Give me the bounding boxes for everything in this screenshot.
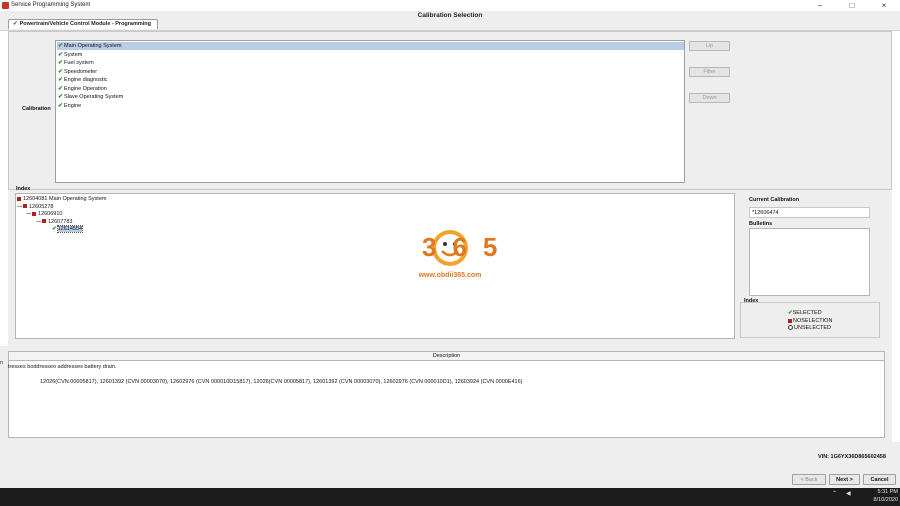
calibration-item[interactable]: ✔ Slave Operating System: [57, 93, 684, 101]
description-header: Description: [8, 351, 885, 361]
tree-node-label: 12614554: [56, 225, 84, 233]
watermark-text: 365: [422, 232, 514, 262]
current-calibration-field: *12606474: [749, 207, 870, 218]
tree-node-label: 12606910: [38, 211, 63, 217]
check-icon: ✔: [58, 85, 64, 92]
calibration-item[interactable]: ✔ System: [57, 51, 684, 59]
filter-button[interactable]: Filter: [689, 67, 730, 77]
check-icon: ✔: [58, 94, 64, 100]
close-button[interactable]: ×: [872, 0, 896, 11]
current-calibration-label: Current Calibration: [749, 197, 800, 203]
calibration-item[interactable]: ✔ Engine diagnostic: [57, 76, 684, 84]
noselection-marker: [17, 196, 21, 201]
down-button[interactable]: Down: [689, 93, 730, 103]
bulletins-box[interactable]: [749, 228, 870, 296]
check-icon: ✔: [58, 60, 64, 66]
tree-node-label: 12604081 Main Operating System: [23, 196, 107, 202]
vin-label: VIN: 1G6YX36D865602458: [818, 454, 886, 460]
calibration-item-label: Slave Operating System: [64, 94, 124, 100]
calibration-item-label: Speedometer: [64, 68, 98, 75]
legend-noselection: NOSELECTION: [788, 318, 832, 325]
calibration-list[interactable]: ✔ Main Operating System ✔ System ✔ Fuel sys…: [55, 40, 685, 183]
description-body: [8, 361, 885, 438]
tab-programming[interactable]: ✔ Powertrain/Vehicle Control Module - Pro…: [8, 19, 158, 29]
index-tree[interactable]: 12604081 Main Operating System ⊶ 12605278…: [15, 193, 735, 339]
check-icon: ✔: [58, 43, 64, 49]
legend-selected: ✔SELECTED: [788, 310, 822, 317]
calibration-item[interactable]: ✔ Engine Operation: [57, 85, 684, 93]
up-button[interactable]: Up: [689, 41, 730, 51]
check-icon: ✔: [52, 226, 57, 232]
check-icon: ✔: [58, 51, 64, 58]
calibration-item-label: Engine Operation: [64, 85, 107, 92]
legend-text: SELECTED: [792, 310, 822, 316]
description-text: tresses boddresseo addresses battery dra…: [8, 364, 117, 370]
calibration-item[interactable]: ✔ Fuel system: [57, 59, 684, 67]
calibration-item-label: Engine diagnostic: [64, 77, 108, 83]
unselected-marker: [788, 325, 793, 331]
page-title: Calibration Selection: [417, 12, 483, 19]
legend-text: UNSELECTED: [794, 325, 831, 331]
noselection-marker: [32, 211, 36, 216]
calibration-item[interactable]: ✔ Speedometer: [57, 68, 684, 76]
minimize-button[interactable]: –: [808, 0, 832, 11]
calibration-item-label: Fuel system: [64, 60, 94, 66]
bulletins-label: Bulletins: [749, 221, 773, 227]
calibration-item-label: Engine: [64, 102, 82, 109]
tree-node-label: 12607783: [48, 218, 73, 225]
check-icon: ✔: [58, 102, 64, 109]
noselection-marker: [23, 204, 27, 209]
window-title-bar: [0, 0, 900, 11]
tree-node-selected[interactable]: ✔12614554: [52, 225, 84, 233]
taskbar: [0, 488, 900, 506]
tab-label: Powertrain/Vehicle Control Module - Prog…: [19, 21, 152, 27]
description-marker: n: [0, 360, 4, 366]
tree-node-label: 12605278: [29, 203, 54, 210]
index-label: Index: [16, 186, 31, 192]
legend-unselected: UNSELECTED: [788, 325, 831, 332]
taskbar-date[interactable]: 8/10/2020: [860, 497, 898, 503]
legend-label: Index: [744, 298, 759, 304]
calibration-item-label: System: [64, 51, 83, 58]
watermark-url: www.obdii365.com: [418, 272, 482, 279]
noselection-marker: [42, 219, 46, 224]
back-button[interactable]: < Back: [792, 474, 826, 485]
tray-chevron-icon[interactable]: ⌃: [832, 490, 837, 497]
check-icon: ✔: [58, 68, 64, 75]
description-cvn-text: 12026(CVN 00005817), 12601392 (CVN 00003…: [40, 379, 523, 385]
calibration-label: Calibration: [22, 106, 51, 112]
next-button[interactable]: Next >: [829, 474, 860, 485]
window-title: Service Programming System: [11, 2, 91, 8]
maximize-button[interactable]: □: [840, 0, 864, 11]
legend-text: NOSELECTION: [793, 318, 833, 324]
check-icon: ✔: [13, 21, 18, 27]
calibration-item-label: Main Operating System: [64, 43, 122, 49]
cancel-button[interactable]: Cancel: [863, 474, 896, 485]
footer-bar: [0, 442, 900, 488]
app-icon: [2, 2, 9, 9]
calibration-item[interactable]: ✔ Main Operating System: [57, 42, 684, 50]
noselection-marker: [788, 318, 792, 323]
taskbar-time[interactable]: 5:31 PM: [860, 489, 898, 495]
speaker-icon[interactable]: ◀: [846, 490, 851, 497]
check-icon: ✔: [58, 77, 64, 83]
calibration-item[interactable]: ✔ Engine: [57, 102, 684, 110]
